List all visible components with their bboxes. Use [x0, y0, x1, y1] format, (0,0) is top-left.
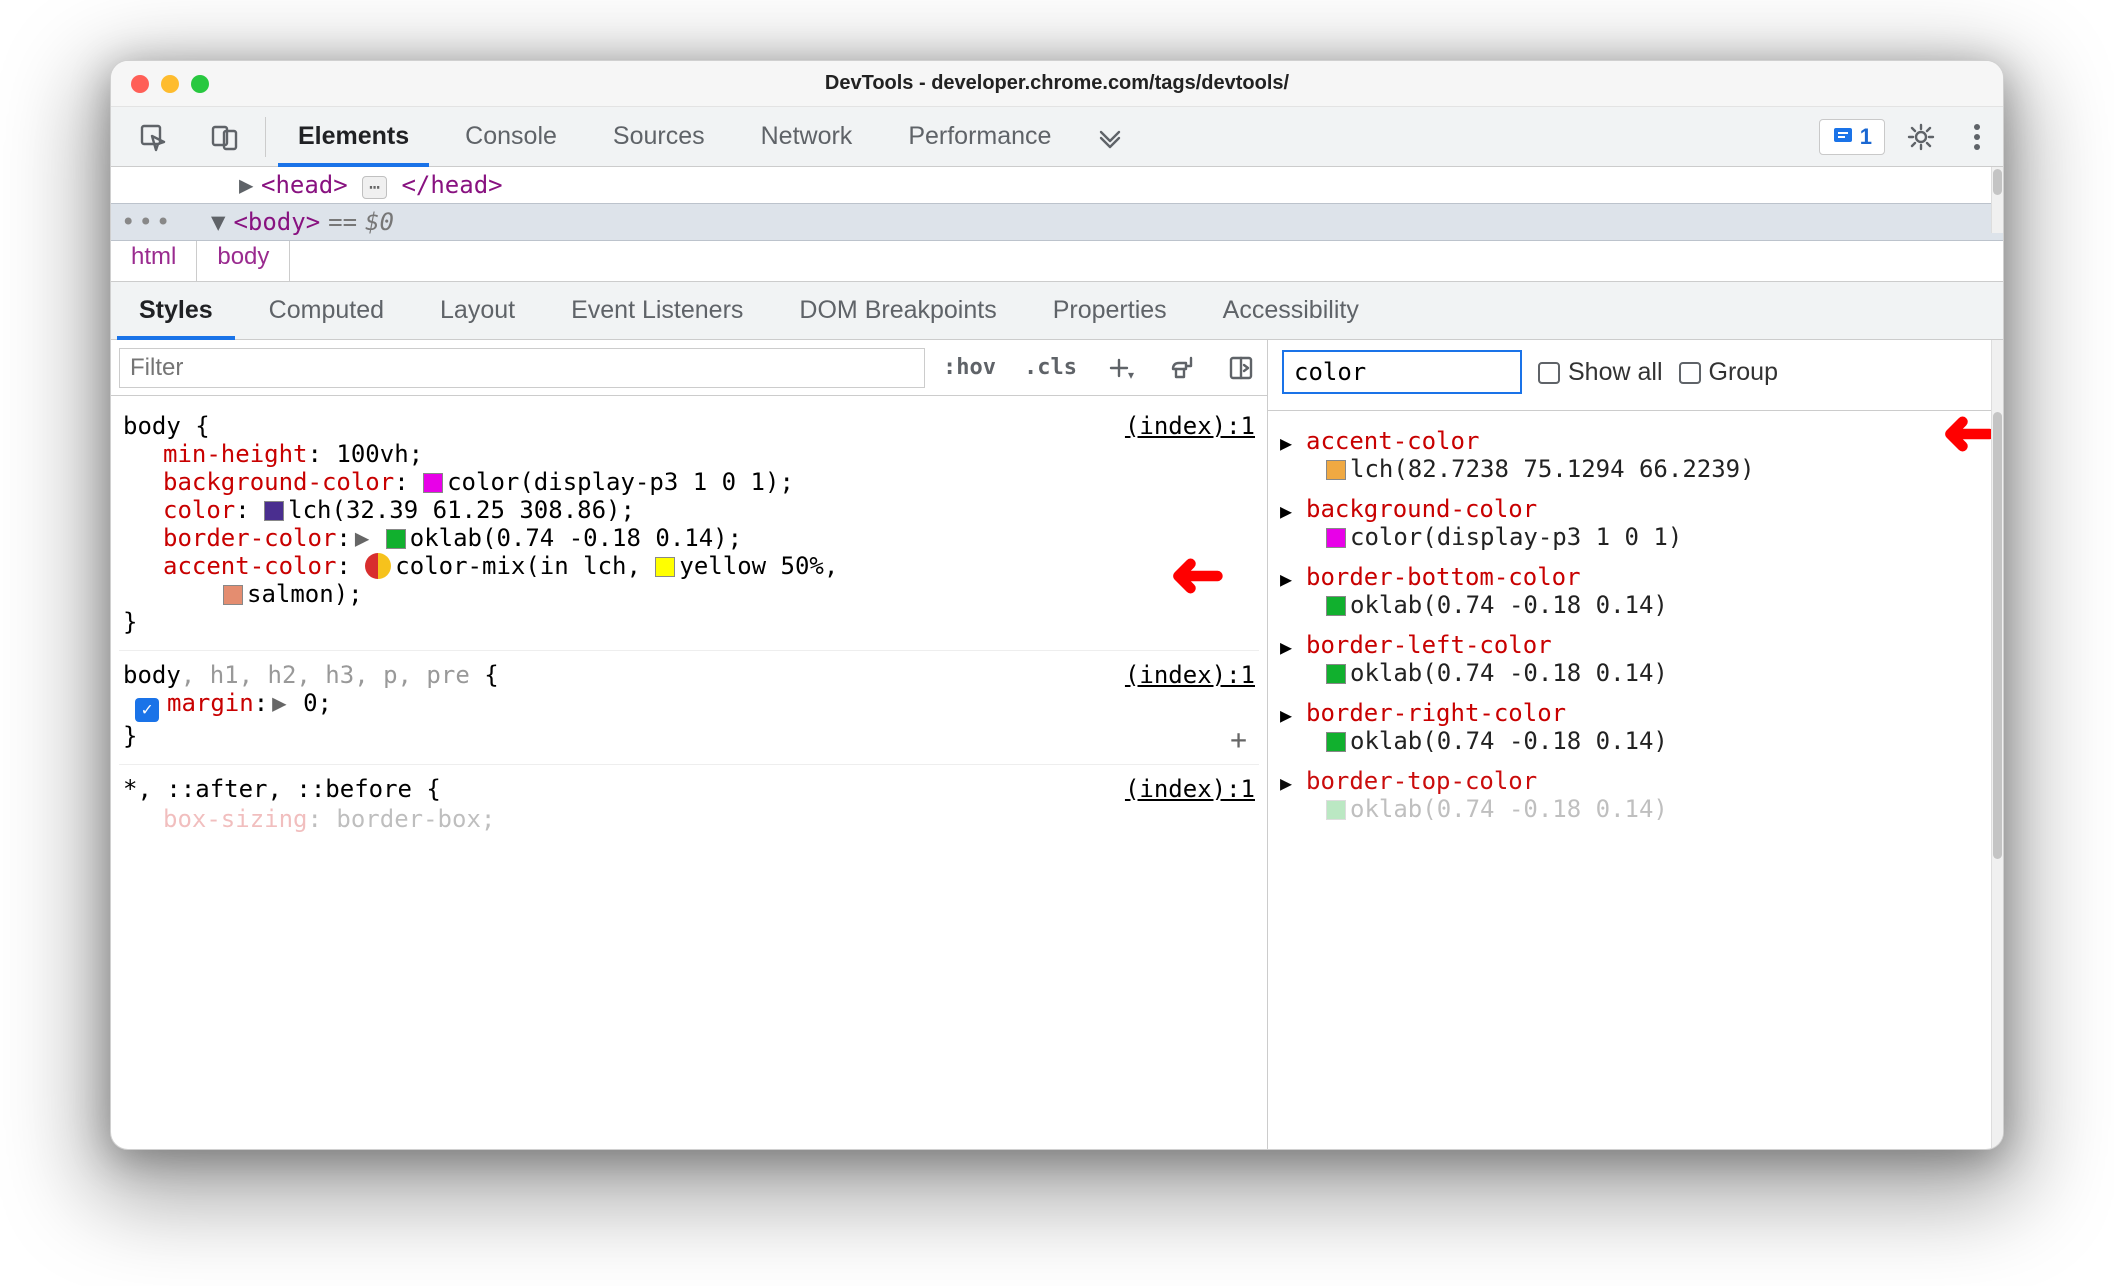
computed-item[interactable]: ▶ border-left-color oklab(0.74 -0.18 0.1…	[1282, 625, 1995, 693]
css-prop[interactable]: accent-color: color-mix(in lch, yellow 5…	[123, 552, 1255, 608]
subtab-dom-breakpoints[interactable]: DOM Breakpoints	[771, 282, 1024, 339]
new-style-rule-icon[interactable]: ▾	[1095, 348, 1147, 388]
tab-network[interactable]: Network	[733, 107, 881, 166]
subtab-computed[interactable]: Computed	[241, 282, 412, 339]
devtools-window: DevTools - developer.chrome.com/tags/dev…	[110, 60, 2004, 1150]
css-rule[interactable]: (index):1 *, ::after, ::before { box-siz…	[119, 765, 1259, 847]
rule-source-link[interactable]: (index):1	[1125, 661, 1255, 689]
dom-head-row[interactable]: ▶ <head> ⋯ </head>	[111, 167, 2003, 203]
computed-filter-input[interactable]	[1282, 350, 1522, 394]
color-swatch-icon[interactable]	[1326, 732, 1346, 752]
ellipsis-badge[interactable]: ⋯	[362, 176, 387, 199]
css-prop[interactable]: min-height: 100vh;	[123, 440, 1255, 468]
rule-source-link[interactable]: (index):1	[1125, 412, 1255, 440]
dom-body-row[interactable]: ••• ▼ <body> == $0	[111, 203, 2003, 241]
rules-list: (index):1 body { min-height: 100vh; back…	[111, 396, 1267, 847]
settings-icon[interactable]	[1885, 122, 1957, 152]
dom-tree[interactable]: ▶ <head> ⋯ </head> ••• ▼ <body> == $0	[111, 167, 2003, 233]
computed-filter-bar: Show all Group	[1268, 340, 2003, 411]
tab-sources[interactable]: Sources	[585, 107, 733, 166]
computed-list: ▶ accent-color lch(82.7238 75.1294 66.22…	[1268, 419, 2003, 829]
add-property-icon[interactable]: +	[1230, 723, 1247, 756]
issues-badge[interactable]: 1	[1819, 119, 1885, 155]
computed-item[interactable]: ▶ border-right-color oklab(0.74 -0.18 0.…	[1282, 693, 1995, 761]
tree-scrollbar[interactable]	[1991, 167, 2003, 233]
subtab-properties[interactable]: Properties	[1025, 282, 1195, 339]
main-tabs: Elements Console Sources Network Perform…	[270, 107, 1141, 166]
tab-elements[interactable]: Elements	[270, 107, 437, 166]
tab-performance[interactable]: Performance	[880, 107, 1079, 166]
css-prop[interactable]: background-color: color(display-p3 1 0 1…	[123, 468, 1255, 496]
css-prop[interactable]: color: lch(32.39 61.25 308.86);	[123, 496, 1255, 524]
computed-panel-toggle-icon[interactable]	[1215, 348, 1267, 388]
styles-filter-input[interactable]	[119, 348, 925, 388]
css-rule[interactable]: (index):1 body { min-height: 100vh; back…	[119, 402, 1259, 651]
subtab-accessibility[interactable]: Accessibility	[1195, 282, 1387, 339]
color-swatch-icon[interactable]	[1326, 596, 1346, 616]
paint-flash-icon[interactable]	[1155, 348, 1207, 388]
computed-item[interactable]: ▶ border-bottom-color oklab(0.74 -0.18 0…	[1282, 557, 1995, 625]
computed-item[interactable]: ▶ background-color color(display-p3 1 0 …	[1282, 489, 1995, 557]
styles-pane: :hov .cls ▾ (index):1 body { m	[111, 340, 1268, 1150]
inspect-element-icon[interactable]	[117, 122, 189, 152]
window-title: DevTools - developer.chrome.com/tags/dev…	[111, 72, 2003, 95]
property-enabled-checkbox[interactable]: ✓	[135, 698, 159, 722]
hov-toggle[interactable]: :hov	[933, 348, 1006, 388]
group-toggle[interactable]: Group	[1679, 358, 1778, 387]
color-swatch-icon[interactable]	[655, 557, 675, 577]
titlebar: DevTools - developer.chrome.com/tags/dev…	[111, 61, 2003, 107]
subtab-styles[interactable]: Styles	[111, 282, 241, 339]
device-toolbar-icon[interactable]	[189, 122, 261, 152]
color-swatch-icon[interactable]	[423, 473, 443, 493]
styles-filter-bar: :hov .cls ▾	[111, 340, 1267, 396]
computed-item[interactable]: ▶ accent-color lch(82.7238 75.1294 66.22…	[1282, 421, 1995, 489]
color-swatch-icon[interactable]	[1326, 528, 1346, 548]
color-swatch-icon[interactable]	[386, 529, 406, 549]
subtab-event-listeners[interactable]: Event Listeners	[543, 282, 771, 339]
color-swatch-icon[interactable]	[1326, 800, 1346, 820]
color-swatch-icon[interactable]	[223, 585, 243, 605]
rule-source-link[interactable]: (index):1	[1125, 775, 1255, 803]
main-toolbar: Elements Console Sources Network Perform…	[111, 107, 2003, 167]
color-swatch-icon[interactable]	[1326, 664, 1346, 684]
sidebar-tabs: Styles Computed Layout Event Listeners D…	[111, 282, 2003, 340]
computed-item[interactable]: ▶ border-top-color oklab(0.74 -0.18 0.14…	[1282, 761, 1995, 829]
panes: :hov .cls ▾ (index):1 body { m	[111, 340, 2003, 1150]
issues-count: 1	[1860, 124, 1872, 150]
more-icon[interactable]	[1957, 123, 1997, 151]
show-all-toggle[interactable]: Show all	[1538, 358, 1663, 387]
color-swatch-icon[interactable]	[1326, 460, 1346, 480]
computed-pane: Show all Group ▶ accent-color lch(82.723…	[1268, 340, 2003, 1150]
computed-scrollbar[interactable]	[1991, 340, 2003, 1150]
css-prop[interactable]: border-color:▶ oklab(0.74 -0.18 0.14);	[123, 524, 1255, 552]
color-swatch-icon[interactable]	[264, 501, 284, 521]
cls-toggle[interactable]: .cls	[1014, 348, 1087, 388]
css-prop[interactable]: box-sizing: border-box;	[123, 805, 1255, 833]
css-rule[interactable]: (index):1 body, h1, h2, h3, p, pre { ✓ma…	[119, 651, 1259, 765]
tabs-overflow-icon[interactable]	[1079, 107, 1141, 166]
color-mix-swatch-icon[interactable]	[365, 553, 391, 579]
css-prop[interactable]: ✓margin:▶ 0;	[123, 689, 1255, 722]
subtab-layout[interactable]: Layout	[412, 282, 543, 339]
tab-console[interactable]: Console	[437, 107, 585, 166]
gutter-dots-icon[interactable]: •••	[121, 208, 173, 236]
